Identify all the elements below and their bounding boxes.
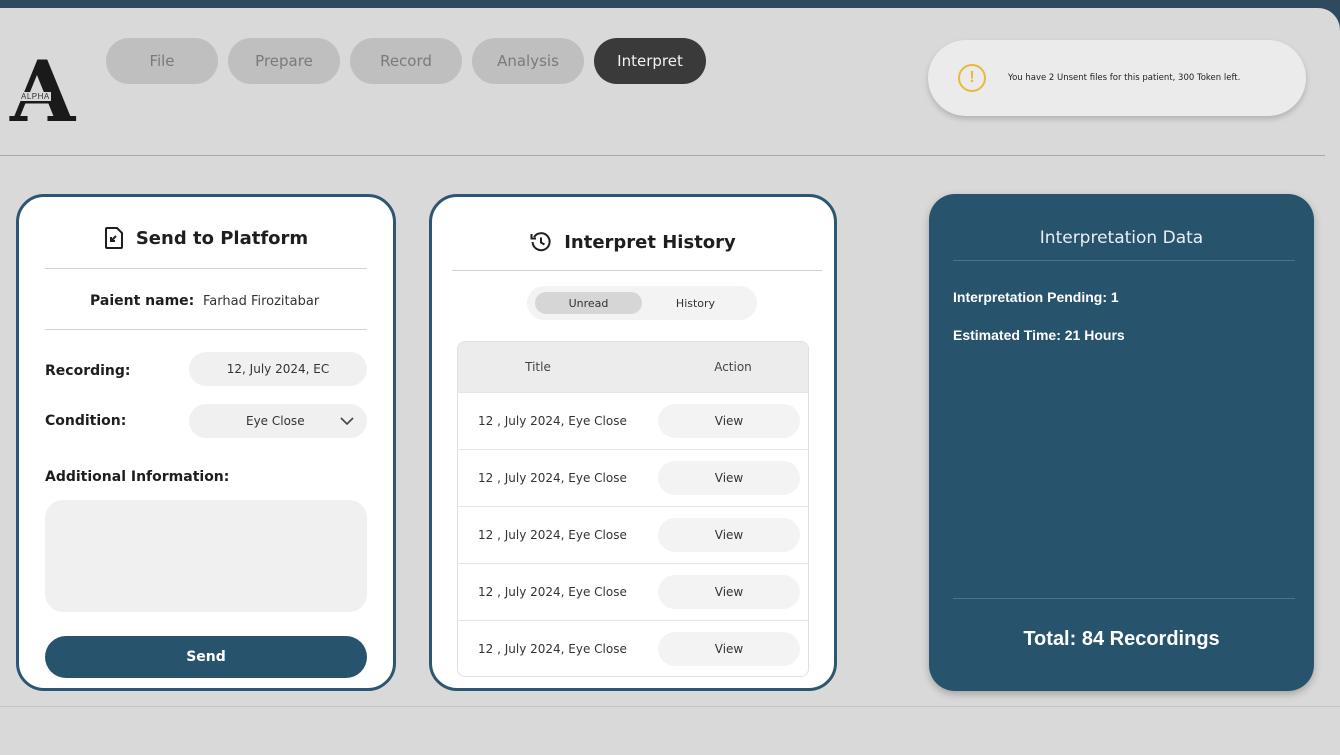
history-table: Title Action 12 , July 2024, Eye Close V… <box>457 341 809 677</box>
view-button[interactable]: View <box>658 518 800 552</box>
additional-info-textarea[interactable] <box>45 500 367 612</box>
send-card-divider-top <box>45 268 367 269</box>
segment-history[interactable]: History <box>642 292 749 314</box>
condition-select[interactable]: Eye Close <box>189 404 367 438</box>
table-row: 12 , July 2024, Eye Close View <box>458 620 808 676</box>
recording-label: Recording: <box>45 363 131 379</box>
condition-value: Eye Close <box>246 414 305 428</box>
tab-analysis[interactable]: Analysis <box>472 38 584 84</box>
footer-divider <box>0 706 1340 707</box>
history-icon <box>530 232 551 252</box>
data-card-divider-bottom <box>953 598 1295 599</box>
table-row: 12 , July 2024, Eye Close View <box>458 449 808 506</box>
view-button[interactable]: View <box>658 575 800 609</box>
column-action: Action <box>714 360 752 374</box>
notice-text: You have 2 Unsent files for this patient… <box>1008 73 1241 83</box>
row-title: 12 , July 2024, Eye Close <box>478 414 627 428</box>
data-card-divider-top <box>953 260 1295 261</box>
data-card-title: Interpretation Data <box>1039 228 1204 248</box>
patient-name-value: Farhad Firozitabar <box>203 294 320 309</box>
tab-file[interactable]: File <box>106 38 218 84</box>
interpret-history-card: Interpret History Unread History Title A… <box>429 194 837 691</box>
estimated-time: Estimated Time: 21 Hours <box>953 327 1125 343</box>
main-tabs: File Prepare Record Analysis Interpret <box>106 38 706 84</box>
row-title: 12 , July 2024, Eye Close <box>478 585 627 599</box>
row-title: 12 , July 2024, Eye Close <box>478 528 627 542</box>
header-divider <box>0 155 1325 156</box>
tab-record[interactable]: Record <box>350 38 462 84</box>
chevron-down-icon <box>340 417 354 426</box>
table-row: 12 , July 2024, Eye Close View <box>458 506 808 563</box>
condition-label: Condition: <box>45 413 127 429</box>
segment-unread[interactable]: Unread <box>535 292 642 314</box>
patient-name-label: Paient name: <box>90 293 195 309</box>
row-title: 12 , July 2024, Eye Close <box>478 471 627 485</box>
history-card-title: Interpret History <box>432 231 834 253</box>
table-row: 12 , July 2024, Eye Close View <box>458 392 808 449</box>
history-segment-control: Unread History <box>527 286 757 320</box>
send-card-title-text: Send to Platform <box>135 227 309 249</box>
history-card-title-text: Interpret History <box>564 231 736 253</box>
app-window: A ALPHA File Prepare Record Analysis Int… <box>0 8 1340 755</box>
interpretation-data-card: Interpretation Data Interpretation Pendi… <box>929 194 1314 691</box>
table-header: Title Action <box>458 342 808 392</box>
send-card-title: Send to Platform <box>19 227 393 249</box>
alpha-logo: A ALPHA <box>6 50 82 142</box>
send-button[interactable]: Send <box>45 636 367 678</box>
logo-text: ALPHA <box>20 92 51 101</box>
view-button[interactable]: View <box>658 404 800 438</box>
column-title: Title <box>525 360 551 374</box>
tab-prepare[interactable]: Prepare <box>228 38 340 84</box>
additional-info-label: Additional Information: <box>45 469 230 485</box>
row-title: 12 , July 2024, Eye Close <box>478 642 627 656</box>
file-send-icon <box>104 227 123 249</box>
tab-interpret[interactable]: Interpret <box>594 38 706 84</box>
send-card-divider-mid <box>45 329 367 330</box>
unsent-files-notice: ! You have 2 Unsent files for this patie… <box>928 40 1306 116</box>
send-to-platform-card: Send to Platform Paient name: Farhad Fir… <box>16 194 396 691</box>
table-row: 12 , July 2024, Eye Close View <box>458 563 808 620</box>
total-recordings: Total: 84 Recordings <box>1023 628 1220 650</box>
warning-icon: ! <box>958 64 986 92</box>
view-button[interactable]: View <box>658 461 800 495</box>
history-card-divider <box>452 270 822 271</box>
view-button[interactable]: View <box>658 632 800 666</box>
recording-field[interactable]: 12, July 2024, EC <box>189 352 367 386</box>
pending-count: Interpretation Pending: 1 <box>953 289 1119 305</box>
